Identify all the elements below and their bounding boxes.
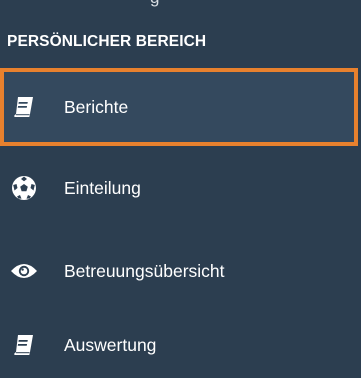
sidebar-item-auswertung[interactable]: Auswertung <box>0 312 361 378</box>
section-title: PERSÖNLICHER BEREICH <box>7 33 207 50</box>
cut-off-header: g <box>0 0 361 18</box>
sidebar-item-einteilung[interactable]: Einteilung <box>0 146 361 230</box>
sidebar-item-label: Berichte <box>64 96 129 117</box>
sidebar-item-label: Auswertung <box>64 334 157 355</box>
cut-off-header-text: g <box>150 0 159 8</box>
sidebar-menu: Berichte Einteilung Betreuungsübersicht … <box>0 68 361 378</box>
book-icon <box>9 92 39 122</box>
sidebar-item-betreuungsuebersicht[interactable]: Betreuungsübersicht <box>0 230 361 312</box>
book-icon <box>9 330 39 360</box>
sidebar-item-label: Betreuungsübersicht <box>64 260 225 281</box>
eye-icon <box>9 256 39 286</box>
sidebar-item-label: Einteilung <box>64 177 141 198</box>
sidebar-item-berichte[interactable]: Berichte <box>0 68 358 146</box>
soccer-ball-icon <box>9 173 39 203</box>
